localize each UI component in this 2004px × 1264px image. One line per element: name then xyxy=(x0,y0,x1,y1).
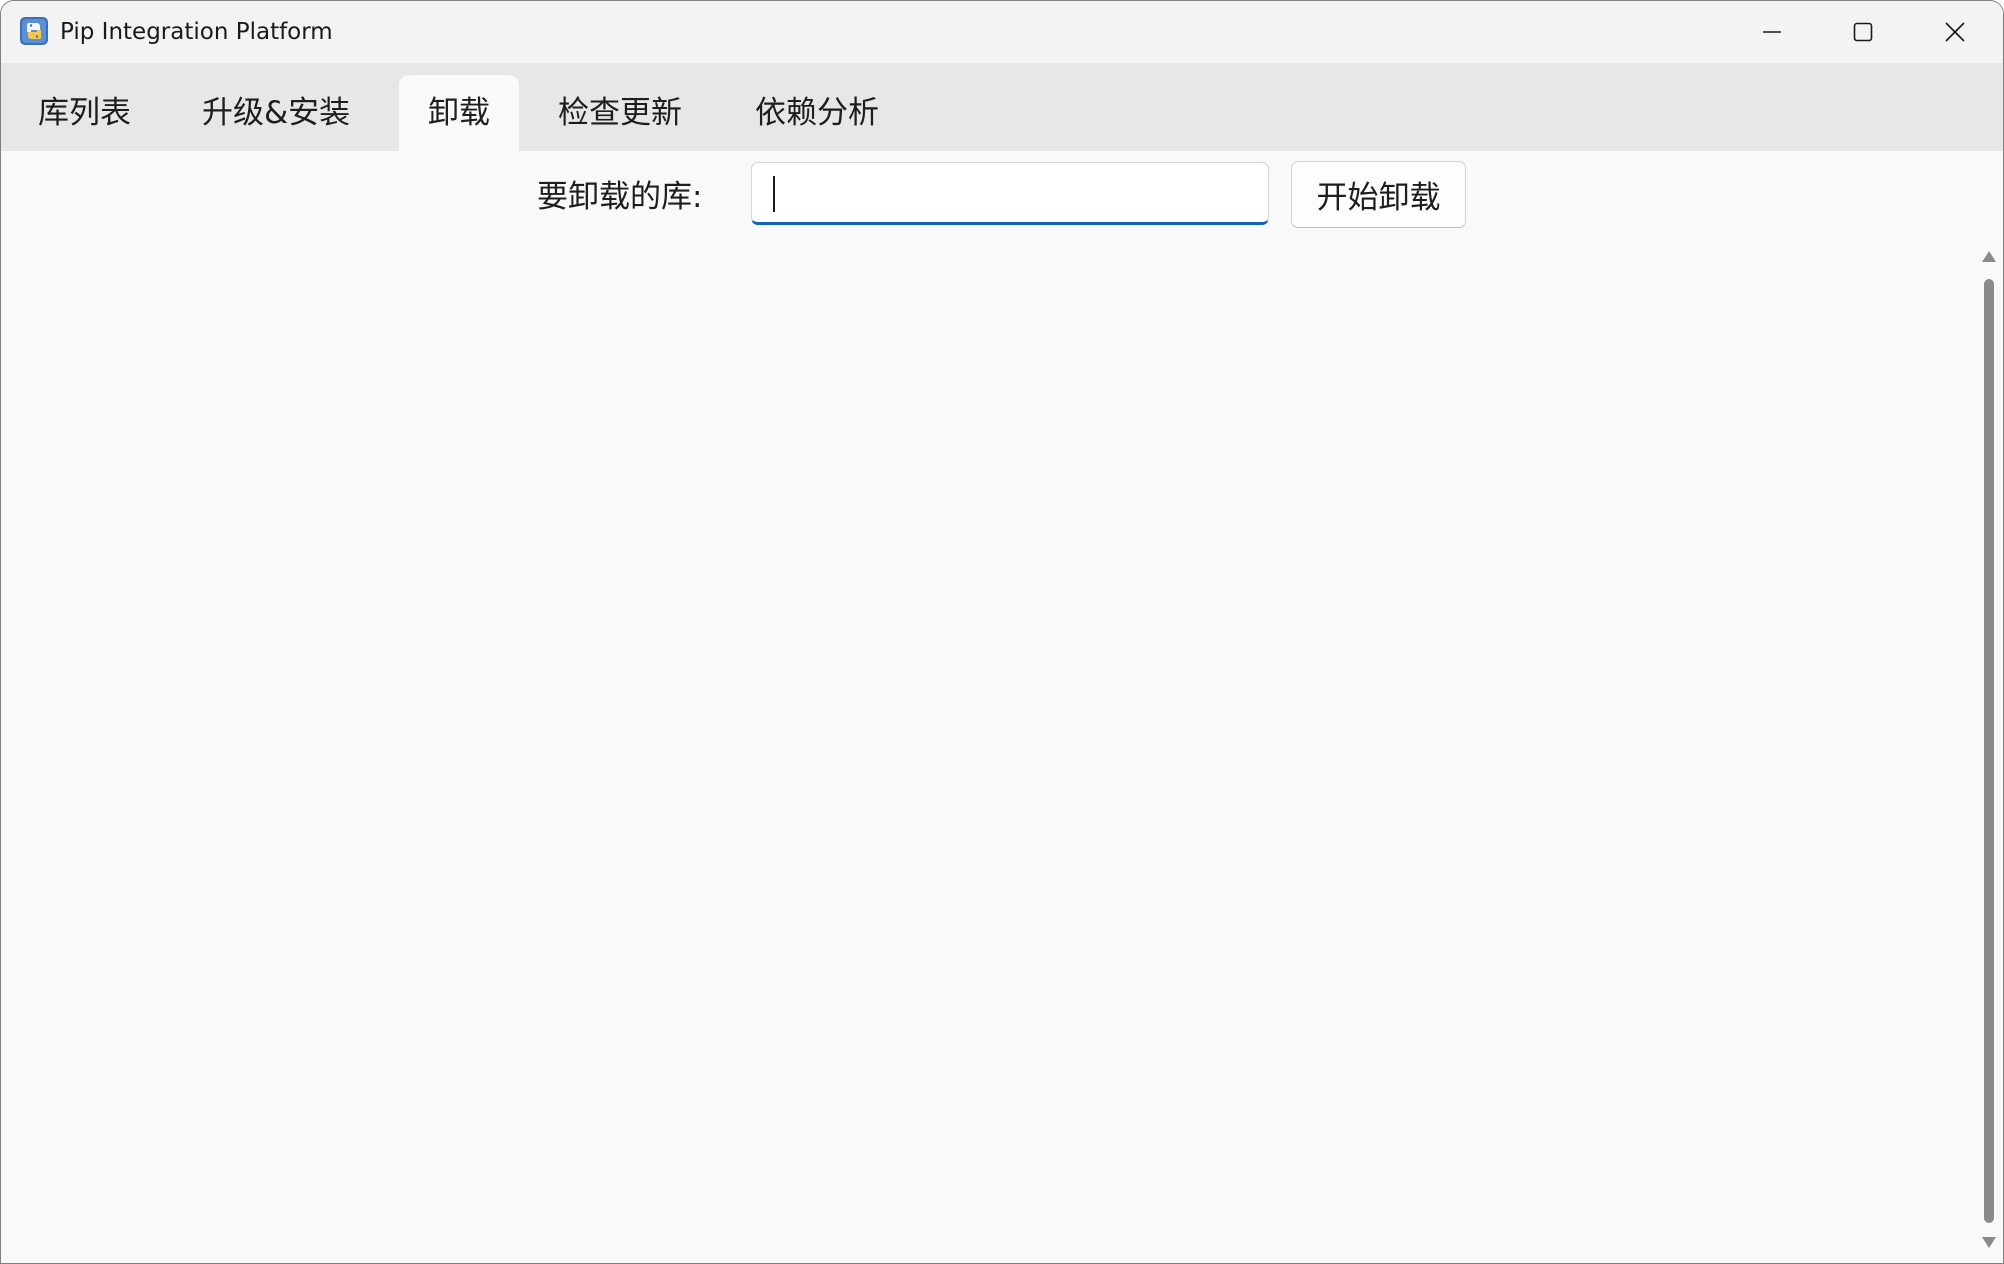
text-cursor xyxy=(773,176,775,212)
close-icon xyxy=(1945,22,1965,42)
tab-check-updates[interactable]: 检查更新 xyxy=(558,75,682,151)
tab-bar: 库列表 升级&安装 卸载 检查更新 依赖分析 xyxy=(1,63,2003,151)
tab-dependency-analysis[interactable]: 依赖分析 xyxy=(755,75,879,151)
tab-upgrade-install[interactable]: 升级&安装 xyxy=(202,75,350,151)
minimize-icon xyxy=(1763,31,1781,33)
tab-uninstall[interactable]: 卸载 xyxy=(399,75,519,151)
maximize-icon xyxy=(1853,22,1873,42)
app-window: Pip Integration Platform 库列表 升级&安装 卸载 检查… xyxy=(0,0,2004,1264)
minimize-button[interactable] xyxy=(1726,1,1818,63)
python-app-icon xyxy=(20,17,48,45)
close-button[interactable] xyxy=(1909,1,2001,63)
start-uninstall-button[interactable]: 开始卸载 xyxy=(1291,161,1466,228)
title-bar[interactable]: Pip Integration Platform xyxy=(1,1,2003,63)
tab-library-list[interactable]: 库列表 xyxy=(38,75,131,151)
scroll-down-arrow-icon[interactable] xyxy=(1982,1237,1996,1248)
uninstall-panel: 要卸载的库: 开始卸载 xyxy=(1,151,2003,1263)
window-title: Pip Integration Platform xyxy=(60,19,333,45)
maximize-button[interactable] xyxy=(1817,1,1909,63)
vertical-scrollbar[interactable] xyxy=(1976,239,2000,1257)
scrollbar-thumb[interactable] xyxy=(1984,279,1994,1223)
package-name-input[interactable] xyxy=(751,162,1269,225)
scroll-up-arrow-icon[interactable] xyxy=(1982,251,1996,262)
package-name-label: 要卸载的库: xyxy=(537,179,703,215)
